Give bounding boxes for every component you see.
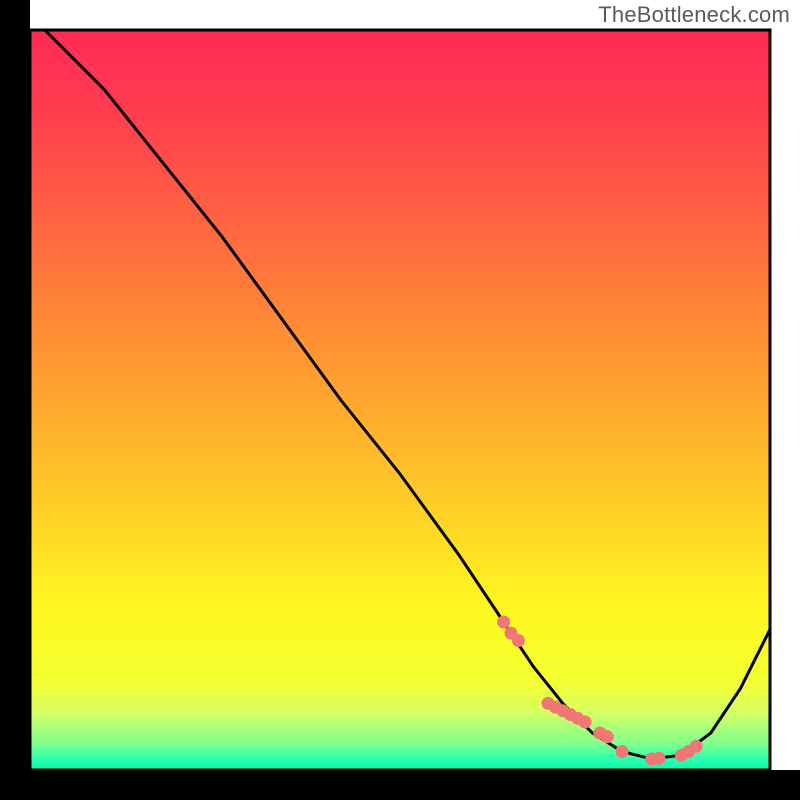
watermark-text: TheBottleneck.com: [598, 2, 790, 28]
left-margin: [0, 0, 30, 800]
marker-dot: [653, 752, 666, 765]
chart-svg: [0, 0, 800, 800]
marker-dot: [579, 715, 592, 728]
marker-dot: [601, 730, 614, 743]
marker-dot: [512, 634, 525, 647]
marker-dot: [497, 616, 510, 629]
marker-dot: [616, 745, 629, 758]
bottom-margin: [0, 770, 800, 800]
plot-background: [30, 30, 770, 770]
marker-dot: [690, 740, 703, 753]
chart-container: TheBottleneck.com: [0, 0, 800, 800]
